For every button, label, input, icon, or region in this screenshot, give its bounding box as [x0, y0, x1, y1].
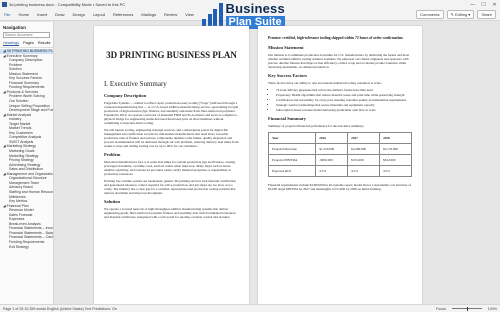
- table-cell: $812,000: [379, 154, 412, 167]
- table-header-cell: Year: [267, 132, 317, 145]
- company-description-paragraph-1: ForgeLine Systems — named to reflect rap…: [104, 101, 239, 125]
- navigation-title: Navigation: [3, 25, 27, 30]
- premise-statement: Premise: certified, high-tolerance tooli…: [268, 36, 404, 40]
- table-cell: $1,250,000: [315, 143, 349, 156]
- business-plan-suite-logo: Business Plan Suite: [202, 2, 285, 29]
- tab-insert[interactable]: Insert: [33, 9, 51, 21]
- minimize-button[interactable]: —: [467, 2, 478, 8]
- document-title: 3D PRINTING BUSINESS PLAN: [106, 50, 237, 60]
- key-success-item: Certification and traceability for every…: [276, 98, 412, 102]
- company-description-paragraph-2: We will launch tooling, engineering rede…: [104, 128, 239, 148]
- zoom-slider[interactable]: [451, 306, 482, 311]
- maximize-button[interactable]: ☐: [478, 2, 489, 8]
- navigation-pane: Navigation Search document Headings Page…: [0, 22, 54, 304]
- table-cell: Projected Revenue: [267, 143, 317, 156]
- window-controls: — ☐ ✕: [467, 2, 500, 8]
- tab-view[interactable]: View: [181, 9, 198, 21]
- financial-summary-heading: Financial Summary: [268, 116, 307, 122]
- table-header-cell: 2026: [315, 132, 349, 145]
- zoom-level[interactable]: 100%: [488, 307, 497, 311]
- problem-paragraph-2: Existing low-volume options are inadequa…: [104, 179, 236, 195]
- table-row: Projected EBITDA -$650,000 $315,000 $812…: [267, 154, 412, 167]
- tab-references[interactable]: References: [109, 9, 137, 21]
- document-page-1[interactable]: 3D PRINTING BUSINESS PLAN I. Executive S…: [94, 26, 249, 304]
- window-title: 3d printing business.docx - Compatibilit…: [9, 2, 126, 7]
- key-success-item: Subscription-based revenue model deliver…: [276, 108, 412, 112]
- table-header-cell: 2028: [379, 132, 412, 145]
- table-cell: $2,280,000: [347, 143, 381, 156]
- problem-heading: Problem: [104, 152, 121, 157]
- table-cell: $315,000: [347, 154, 381, 167]
- mission-statement-heading: Mission Statement: [268, 45, 304, 51]
- table-cell: -$650,000: [315, 154, 349, 167]
- financial-summary-footer: Financial requirements include $3,000,00…: [268, 183, 411, 192]
- table-cell: 4.5%: [315, 165, 349, 178]
- share-button[interactable]: Share: [477, 10, 496, 19]
- financial-summary-table: Year 2026 2027 2028 Projected Revenue $1…: [267, 132, 412, 178]
- focus-mode-button[interactable]: Focus: [436, 307, 446, 311]
- tab-mailings[interactable]: Mailings: [137, 9, 160, 21]
- table-row: Projected Revenue $1,250,000 $2,280,000 …: [267, 143, 412, 156]
- document-status-text: Page 1 of 28 10,359 words English (Unite…: [3, 306, 117, 311]
- zoom-slider-thumb[interactable]: [466, 306, 469, 311]
- table-cell: 4.5%: [379, 165, 412, 178]
- navigation-tabs: Headings Pages Results: [0, 38, 53, 48]
- table-row: Expected ROI 4.5% 4.5% 4.5%: [267, 165, 412, 178]
- nav-tab-pages[interactable]: Pages: [23, 41, 34, 46]
- status-bar: Page 1 of 28 10,359 words English (Unite…: [0, 304, 500, 312]
- tab-home[interactable]: Home: [14, 9, 33, 21]
- nav-heading-item[interactable]: Exit Strategy: [0, 245, 53, 250]
- table-header-cell: 2027: [347, 132, 381, 145]
- tab-review[interactable]: Review: [160, 9, 181, 21]
- key-success-list: 72-hour delivery guarantee that solves t…: [268, 88, 412, 112]
- headings-list: ◢ 3D PRINTING BUSINESS PLAN ◢ Executive S…: [0, 48, 53, 249]
- tab-file[interactable]: File: [0, 9, 14, 21]
- comments-button[interactable]: Comments: [416, 10, 444, 19]
- key-success-item: Strategic vendor partnerships that secur…: [276, 103, 412, 107]
- editing-mode-button[interactable]: ✎ Editing ▾: [446, 10, 475, 19]
- logo-bars-icon: [202, 2, 223, 29]
- logo-text-line1: Business: [225, 1, 285, 16]
- nav-tab-headings[interactable]: Headings: [3, 41, 20, 46]
- word-app-icon: [2, 2, 7, 7]
- tab-layout[interactable]: Layout: [89, 9, 109, 21]
- document-page-2[interactable]: Premise: certified, high-tolerance tooli…: [258, 26, 422, 304]
- key-success-item: Proprietary DfAM algorithms that reduce …: [276, 93, 412, 97]
- key-success-intro: These factors drive our ability to win a…: [268, 81, 382, 86]
- solution-paragraph-1: We operate a focused network of high-thr…: [104, 207, 236, 219]
- table-cell: Expected ROI: [267, 165, 317, 178]
- tab-draw[interactable]: Draw: [51, 9, 68, 21]
- table-cell: $3,170,000: [379, 143, 412, 156]
- financial-summary-intro: Summary of projected financial performan…: [268, 124, 364, 129]
- table-cell: Projected EBITDA: [267, 154, 317, 167]
- problem-paragraph-1: Mid-sized manufacturers face 4–6 week le…: [104, 160, 236, 176]
- key-success-factors-heading: Key Success Factors: [268, 73, 307, 79]
- tab-design[interactable]: Design: [68, 9, 88, 21]
- table-cell: 4.5%: [347, 165, 381, 178]
- company-description-heading: Company Description: [104, 93, 147, 98]
- executive-summary-heading: I. Executive Summary: [104, 80, 167, 88]
- nav-heading-item[interactable]: ◢ 3D PRINTING BUSINESS PLAN: [0, 49, 53, 54]
- key-success-item: 72-hour delivery guarantee that solves t…: [276, 88, 412, 92]
- close-button[interactable]: ✕: [489, 2, 500, 8]
- solution-heading: Solution: [104, 199, 121, 204]
- nav-tab-results[interactable]: Results: [38, 41, 51, 46]
- table-header-row: Year 2026 2027 2028: [267, 132, 412, 145]
- mission-paragraph: Our mission is to eliminate production d…: [268, 53, 410, 70]
